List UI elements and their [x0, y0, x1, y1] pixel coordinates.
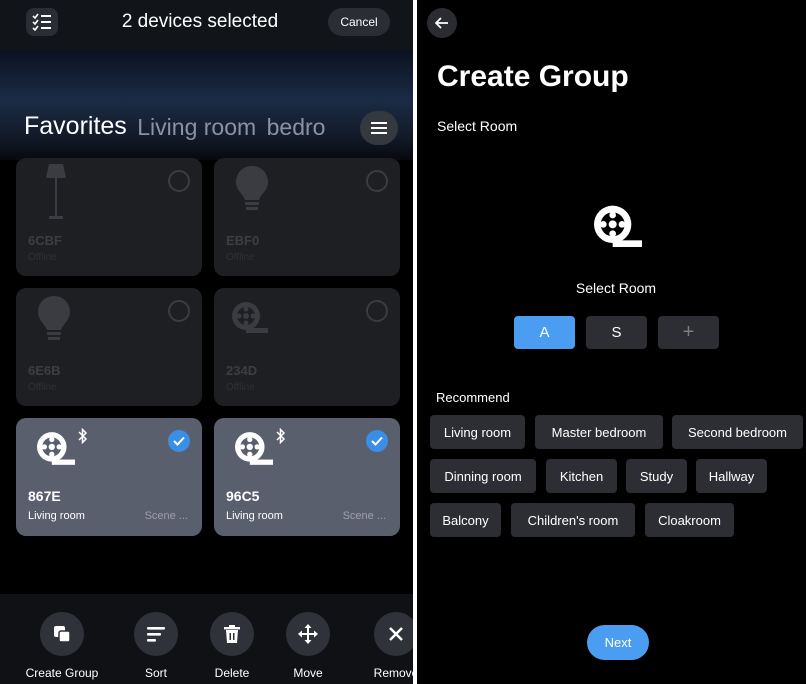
select-radio[interactable] — [366, 300, 388, 322]
hamburger-icon — [371, 122, 387, 134]
light-strip-icon — [594, 205, 642, 247]
recommend-chip[interactable]: Second bedroom — [672, 415, 803, 449]
tool-label: Sort — [144, 666, 167, 680]
room-option-s[interactable]: S — [586, 316, 647, 349]
light-strip-icon — [235, 432, 273, 465]
select-radio[interactable] — [168, 300, 190, 322]
create-group-screen: Create Group Select Room Select Room A S… — [417, 0, 806, 684]
arrow-left-icon — [435, 17, 448, 29]
device-card[interactable]: 867E Living room Scene ... — [16, 418, 202, 536]
selected-check[interactable] — [366, 430, 388, 452]
remove-icon — [389, 627, 403, 641]
device-name: 6CBF — [28, 233, 62, 248]
device-name: 867E — [28, 488, 61, 504]
device-card[interactable]: 96C5 Living room Scene ... — [214, 418, 400, 536]
device-room: Living room — [226, 510, 283, 522]
room-option-a[interactable]: A — [514, 316, 575, 349]
trash-icon — [224, 625, 240, 643]
device-status: Offline — [226, 382, 255, 393]
recommend-chip[interactable]: Children's room — [511, 503, 635, 537]
bluetooth-icon — [78, 428, 88, 444]
recommend-chip[interactable]: Kitchen — [546, 459, 617, 493]
device-card[interactable]: 234D Offline — [214, 288, 400, 406]
back-button[interactable] — [427, 8, 457, 38]
device-name: 96C5 — [226, 488, 260, 504]
sort-icon — [147, 627, 165, 642]
selected-check[interactable] — [168, 430, 190, 452]
move-button[interactable]: Move — [268, 612, 348, 680]
checkmark-icon — [173, 436, 185, 446]
tabs-menu-button[interactable] — [360, 111, 398, 145]
remove-button[interactable]: Remove — [356, 612, 413, 680]
select-radio[interactable] — [168, 170, 190, 192]
sort-button[interactable]: Sort — [116, 612, 196, 680]
device-list-screen: 2 devices selected Cancel Favorites Livi… — [0, 0, 413, 684]
tool-label: Remove — [373, 666, 413, 680]
delete-button[interactable]: Delete — [192, 612, 272, 680]
device-scene: Scene ... — [342, 510, 386, 522]
select-radio[interactable] — [366, 170, 388, 192]
cancel-button[interactable]: Cancel — [328, 8, 390, 36]
bluetooth-icon — [276, 428, 286, 444]
device-status: Offline — [226, 252, 255, 263]
device-card[interactable]: 6CBF Offline — [16, 158, 202, 276]
floor-lamp-icon — [46, 164, 66, 219]
select-room-label: Select Room — [575, 280, 657, 296]
tab-living-room[interactable]: Living room — [137, 114, 256, 141]
tool-label: Delete — [214, 666, 250, 680]
move-icon — [298, 624, 318, 644]
tab-bedroom[interactable]: bedro — [267, 114, 326, 141]
recommend-chip[interactable]: Study — [626, 459, 687, 493]
recommend-chip[interactable]: Dinning room — [430, 459, 536, 493]
add-room-button[interactable]: + — [658, 316, 719, 349]
page-title: Create Group — [437, 60, 629, 93]
page-subtitle: Select Room — [437, 118, 518, 134]
light-strip-icon — [232, 302, 268, 333]
device-name: EBF0 — [226, 233, 260, 248]
recommend-label: Recommend — [436, 390, 510, 405]
device-name: 234D — [226, 363, 258, 378]
recommend-chip[interactable]: Master bedroom — [535, 415, 663, 449]
next-button[interactable]: Next — [587, 625, 649, 660]
bulb-icon — [236, 166, 268, 210]
copy-icon — [54, 626, 71, 643]
recommend-chip[interactable]: Cloakroom — [645, 503, 734, 537]
device-card[interactable]: EBF0 Offline — [214, 158, 400, 276]
device-status: Offline — [28, 382, 57, 393]
create-group-button[interactable]: Create Group — [22, 612, 102, 680]
device-scene: Scene ... — [144, 510, 188, 522]
device-card[interactable]: 6E6B Offline — [16, 288, 202, 406]
recommend-chip[interactable]: Hallway — [696, 459, 767, 493]
tool-label: Create Group — [25, 666, 99, 680]
recommend-chip[interactable]: Balcony — [430, 503, 501, 537]
device-name: 6E6B — [28, 363, 61, 378]
bulb-icon — [38, 296, 70, 340]
device-status: Offline — [28, 252, 57, 263]
checkmark-icon — [371, 436, 383, 446]
device-room: Living room — [28, 510, 85, 522]
recommend-chip[interactable]: Living room — [430, 415, 525, 449]
light-strip-icon — [37, 432, 75, 465]
tab-favorites[interactable]: Favorites — [24, 112, 127, 141]
tool-label: Move — [293, 666, 323, 680]
room-tabs: Favorites Living room bedro — [24, 112, 360, 146]
